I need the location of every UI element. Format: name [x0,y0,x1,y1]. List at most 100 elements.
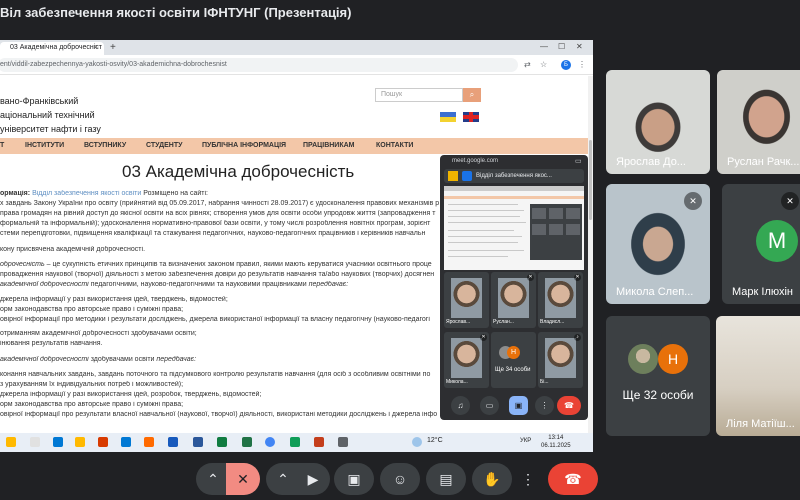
scrollbar-thumb[interactable] [589,140,592,220]
popup-more-participants[interactable]: Н Ще 34 особи [491,332,536,388]
raise-hand-icon: ✋ [483,471,501,487]
english-flag-icon[interactable] [463,112,479,122]
participant-name: Микола Слеп... [616,286,694,298]
meeting-title: Віл забезпечення якості освіти ІФНТУНГ (… [0,5,352,20]
university-name: вано-Франківський аціональний технічний … [0,96,101,134]
nav-item-student[interactable]: СТУДЕНТУ [146,142,183,149]
shared-tab-favicon [462,171,472,181]
taskbar-app-icon[interactable] [265,437,275,447]
weather-icon[interactable] [412,437,422,447]
mic-off-icon: ✕ [684,192,702,210]
mic-off-icon: ✕ [237,471,249,487]
document-icon [448,171,458,181]
popup-present-button[interactable]: ▣ [509,396,528,415]
taskbar-app-icon[interactable] [53,437,63,447]
profile-avatar[interactable]: Б [561,60,571,70]
url-field[interactable]: ent/viddil-zabezpechennya-yakosti-osvity… [0,58,518,72]
participant-tile[interactable]: Ярослав До... [606,70,710,174]
emoji-icon: ☺ [392,471,408,487]
participant-tile[interactable]: Руслан Рачк... [717,70,800,174]
preview-meet-grid [530,204,582,260]
more-options-icon: ⋮ [521,471,535,487]
new-tab-icon[interactable]: + [110,42,116,53]
popup-camera-button[interactable]: ▭ [480,396,499,415]
camera-options-button[interactable]: ⌃ [266,463,300,495]
nav-item-institutes[interactable]: ІНСТИТУТИ [25,142,64,149]
popup-more-button[interactable]: ⋮ [535,396,554,415]
taskbar-language[interactable]: УКР [520,438,531,444]
address-bar: ent/viddil-zabezpechennya-yakosti-osvity… [0,55,593,75]
mic-options-button[interactable]: ⌃ [196,463,230,495]
avatar: Н [507,346,520,359]
taskbar-app-icon[interactable] [75,437,85,447]
hang-up-icon: ☎ [564,471,582,487]
mic-off-icon: ✕ [480,334,487,341]
site-navbar: Т ІНСТИТУТИ ВСТУПНИКУ СТУДЕНТУ ПУБЛІЧНА … [0,138,588,154]
taskbar-app-icon[interactable] [168,437,178,447]
browser-menu-icon[interactable]: ⋮ [578,60,586,69]
nav-item-public-info[interactable]: ПУБЛІЧНА ІНФОРМАЦІЯ [202,142,286,149]
nav-item-contacts[interactable]: КОНТАКТИ [376,142,413,149]
nav-item-partial[interactable]: Т [0,142,4,149]
more-participants-tile[interactable]: Н Ще 32 особи [606,316,710,436]
popup-participant-tile[interactable]: ✕ Владисл... [538,272,583,328]
participant-tile[interactable]: M ✕ Марк Ілюхін [722,184,800,304]
more-participants-label: Ще 32 особи [622,388,694,402]
raise-hand-button[interactable]: ✋ [472,463,512,495]
emoji-button[interactable]: ☺ [380,463,420,495]
captions-button[interactable]: ▤ [426,463,466,495]
site-search-input[interactable]: Пошук [375,88,463,102]
taskbar-app-icon[interactable] [121,437,131,447]
participant-name: Ярослав До... [616,156,686,168]
popup-participant-tile[interactable]: ✕ Микола... [444,332,489,388]
participant-tile[interactable]: Ліля Матіїш... [716,316,800,436]
taskbar-app-icon[interactable] [217,437,227,447]
cast-icon[interactable]: ▭ [575,157,582,165]
ukrainian-flag-icon[interactable] [440,112,456,122]
mic-toggle-button[interactable]: ✕ [226,463,260,495]
taskbar-app-icon[interactable] [30,437,40,447]
close-window-icon[interactable]: ✕ [576,42,583,51]
hang-up-button[interactable]: ☎ [548,463,598,495]
camera-toggle-button[interactable]: ▶ [296,463,330,495]
bookmark-star-icon[interactable]: ☆ [540,60,547,69]
more-options-button[interactable]: ⋮ [518,463,538,495]
taskbar-app-icon[interactable] [144,437,154,447]
nav-item-employees[interactable]: ПРАЦІВНИКАМ [303,142,355,149]
page-scrollbar[interactable] [588,76,593,452]
department-link[interactable]: Відділ забезпечення якості освіти [32,190,141,197]
present-icon: ▣ [347,471,361,487]
avatar [628,344,658,374]
minimize-icon[interactable]: — [540,42,548,51]
popup-hangup-button[interactable]: ☎ [557,396,581,415]
translate-icon[interactable]: ⇄ [524,60,531,69]
taskbar-app-icon[interactable] [338,437,348,447]
popup-participant-tile[interactable]: Ярослав... [444,272,489,328]
popup-mic-button[interactable]: ♫ [451,396,470,415]
avatar: Н [658,344,688,374]
participant-name: Марк Ілюхін [732,286,794,298]
popup-tab-label: Відділ забезпечення якос... [476,173,552,179]
taskbar-app-icon[interactable] [290,437,300,447]
meet-window: Віл забезпечення якості освіти ІФНТУНГ (… [0,0,800,500]
taskbar-clock: 13:14 06.11.2025 [541,435,571,449]
popup-participant-tile[interactable]: ✕ Руслан... [491,272,536,328]
camera-icon: ▶ [307,471,319,487]
participant-name: Ліля Матіїш... [726,418,795,430]
nav-item-applicant[interactable]: ВСТУПНИКУ [84,142,126,149]
taskbar-app-icon[interactable] [314,437,324,447]
tab-close-icon[interactable]: × [94,44,98,51]
article-meta: ормація: Відділ забезпечення якості осві… [0,190,208,197]
browser-tab[interactable]: 03 Академічна доброчесніст [0,42,104,55]
taskbar-app-icon[interactable] [6,437,16,447]
participant-tile[interactable]: ✕ Микола Слеп... [606,184,710,304]
taskbar-app-icon[interactable] [193,437,203,447]
popup-participant-tile[interactable]: ♪ Бі... [538,332,583,388]
browser-tab-label: 03 Академічна доброчесніст [10,44,102,51]
present-button[interactable]: ▣ [334,463,374,495]
site-search-icon[interactable]: ⌕ [463,88,481,102]
maximize-icon[interactable]: ☐ [558,42,565,51]
page-title: 03 Академічна доброчесність [122,162,355,181]
taskbar-app-icon[interactable] [242,437,252,447]
taskbar-app-icon[interactable] [98,437,108,447]
